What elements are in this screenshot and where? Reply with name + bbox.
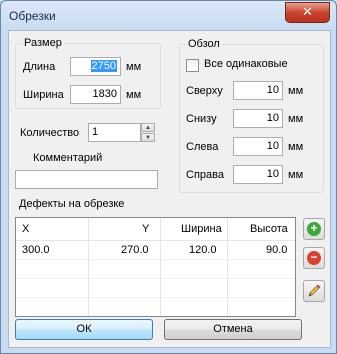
width-input[interactable]: 1830	[70, 85, 121, 104]
cancel-button[interactable]: Отмена	[164, 319, 302, 340]
all-same-label[interactable]: Все одинаковые	[204, 58, 288, 70]
column-header-height[interactable]: Высота	[250, 223, 288, 235]
column-divider	[88, 218, 89, 316]
cell-width: 120.0	[189, 244, 217, 256]
left-label: Слева	[186, 141, 219, 153]
table-row[interactable]: 300.0 270.0 120.0 90.0	[16, 241, 295, 260]
left-unit: мм	[288, 141, 304, 153]
cell-height: 90.0	[266, 244, 288, 256]
table-row-empty	[16, 279, 295, 298]
pencil-icon	[308, 284, 321, 297]
comment-label: Комментарий	[33, 152, 103, 164]
table-row-empty	[16, 260, 295, 279]
quantity-stepper[interactable]: ▲ ▼	[141, 123, 155, 142]
spin-down-icon[interactable]: ▼	[141, 133, 155, 142]
top-label: Сверху	[186, 85, 223, 97]
length-value: 2750	[90, 60, 117, 72]
remove-icon: −	[307, 251, 321, 265]
size-group-legend: Размер	[22, 37, 64, 49]
top-input[interactable]: 10	[233, 81, 283, 100]
quantity-label: Количество	[20, 127, 80, 139]
remove-defect-button[interactable]: −	[303, 247, 325, 269]
length-unit: мм	[126, 61, 142, 73]
dialog-window: Обрезки ✕ Размер Длина 2750 мм Ширина 18…	[0, 0, 337, 354]
edit-defect-button[interactable]	[303, 280, 325, 302]
bottom-label: Снизу	[186, 113, 217, 125]
trim-group-legend: Обзол	[186, 38, 222, 50]
all-same-checkbox[interactable]	[186, 59, 199, 72]
add-icon: +	[307, 222, 321, 236]
left-input[interactable]: 10	[233, 137, 283, 156]
column-divider	[227, 218, 228, 316]
comment-input[interactable]	[15, 170, 158, 189]
column-divider	[160, 218, 161, 316]
cell-y: 270.0	[121, 244, 149, 256]
defects-table[interactable]: X Y Ширина Высота 300.0 270.0 120.0 90.0	[15, 217, 296, 317]
width-unit: мм	[126, 89, 142, 101]
length-input[interactable]: 2750	[70, 57, 121, 76]
close-icon: ✕	[302, 4, 313, 19]
length-label: Длина	[23, 61, 56, 73]
column-header-x[interactable]: X	[22, 223, 29, 235]
top-unit: мм	[288, 85, 304, 97]
size-group: Размер Длина 2750 мм Ширина 1830 мм	[15, 37, 161, 109]
add-defect-button[interactable]: +	[303, 218, 325, 240]
close-button[interactable]: ✕	[285, 2, 330, 23]
right-input[interactable]: 10	[233, 165, 283, 184]
width-label: Ширина	[23, 89, 64, 101]
right-label: Справа	[186, 169, 224, 181]
window-title: Обрезки	[9, 9, 56, 23]
defects-label: Дефекты на обрезке	[19, 198, 125, 210]
table-header: X Y Ширина Высота	[16, 218, 295, 241]
column-header-width[interactable]: Ширина	[181, 223, 222, 235]
spin-up-icon[interactable]: ▲	[141, 123, 155, 132]
cell-x: 300.0	[22, 244, 50, 256]
dialog-client: Размер Длина 2750 мм Ширина 1830 мм Коли…	[8, 30, 331, 348]
column-header-y[interactable]: Y	[142, 223, 149, 235]
right-unit: мм	[288, 169, 304, 181]
bottom-input[interactable]: 10	[233, 109, 283, 128]
bottom-unit: мм	[288, 113, 304, 125]
trim-group: Обзол Все одинаковые Сверху 10 мм Снизу …	[179, 38, 324, 193]
title-bar[interactable]: Обрезки ✕	[1, 1, 336, 31]
ok-button[interactable]: ОК	[15, 319, 153, 340]
quantity-input[interactable]: 1	[88, 123, 141, 142]
